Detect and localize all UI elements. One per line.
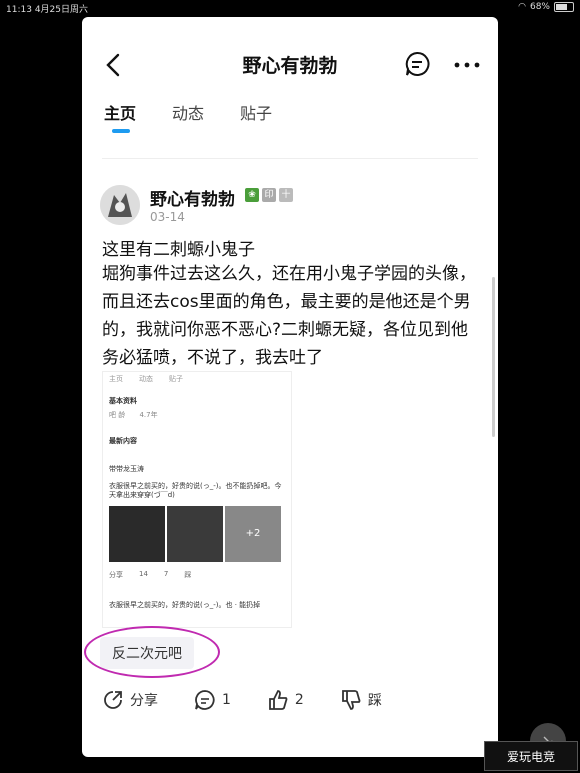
tab-bar: 主页 动态 贴子: [104, 100, 272, 124]
thumbs-up-icon: [269, 690, 288, 710]
avatar-image: [100, 185, 140, 225]
tab-posts[interactable]: 贴子: [240, 100, 272, 124]
shot-comments: 14: [139, 570, 148, 578]
share-icon: [104, 691, 122, 709]
tab-activity[interactable]: 动态: [172, 100, 204, 124]
active-tab-indicator: [112, 129, 130, 133]
shot-dislike: 踩: [184, 571, 192, 579]
battery-percent: 68%: [529, 2, 550, 12]
like-count: 2: [294, 692, 304, 708]
shot-photo-2: [167, 506, 223, 562]
shot-field: 吧 龄 4.7年: [109, 410, 158, 420]
watermark-text: 爱玩电竞: [506, 749, 555, 764]
page-title: 野心有勃勃: [242, 55, 338, 77]
annotation-circle: [84, 626, 220, 678]
embedded-screenshot[interactable]: 主页 动态 贴子 基本资料 吧 龄 4.7年 最新内容 带带龙玉涛 衣服很早之前…: [102, 371, 292, 628]
tab-home[interactable]: 主页: [104, 100, 136, 124]
more-icon[interactable]: [454, 62, 480, 68]
badge-yin: 印: [262, 188, 276, 202]
dislike-label: 踩: [367, 693, 382, 709]
comment-count: 1: [222, 692, 231, 708]
dislike-button[interactable]: 踩: [340, 689, 382, 711]
author-badges: ❀ 印 十: [245, 188, 293, 202]
action-bar: 分享 1 2 踩: [102, 689, 418, 711]
shot-text-2: 衣服很早之前买的，好贵的说(っ_-)。也 · 能扔掉: [109, 601, 261, 609]
comment-button[interactable]: 1: [194, 689, 231, 711]
shot-actions: 分享 14 7 踩: [109, 570, 191, 580]
shot-tab-home: 主页: [109, 375, 123, 383]
comment-icon: [195, 690, 215, 710]
avatar[interactable]: [100, 185, 140, 225]
post-date: 03-14: [150, 210, 185, 224]
level-badge-icon: ❀: [245, 188, 259, 202]
shot-field-label: 吧 龄: [109, 411, 126, 419]
divider: [102, 158, 478, 159]
post-author[interactable]: 野心有勃勃: [150, 185, 235, 210]
post-body: 堀狗事件过去这么久，还在用小鬼子学园的头像，而且还去cos里面的角色，最主要的是…: [102, 264, 476, 368]
shot-tabs: 主页 动态 贴子: [109, 374, 183, 384]
status-time-date: 11:13 4月25日周六: [6, 2, 88, 15]
status-time: 11:13: [6, 5, 32, 15]
shot-likes: 7: [163, 570, 169, 578]
shot-photo-1: [109, 506, 165, 562]
status-bar: 11:13 4月25日周六 ◠ 68%: [0, 0, 580, 16]
shot-field-value: 4.7年: [139, 411, 158, 419]
watermark-logo: 爱玩电竞: [484, 741, 578, 771]
share-label: 分享: [130, 693, 158, 709]
shot-share: 分享: [109, 571, 123, 579]
status-right: ◠ 68%: [518, 2, 574, 12]
thumbs-down-icon: [341, 690, 361, 710]
profile-page: 野心有勃勃 主页 动态 贴子 野心有勃勃 ❀ 印 十 03-14 这里有二刺螈小…: [82, 17, 498, 757]
badge-plus: 十: [279, 188, 293, 202]
shot-section-latest: 最新内容: [109, 437, 137, 445]
like-button[interactable]: 2: [267, 689, 304, 711]
top-bar: 野心有勃勃: [82, 17, 498, 107]
shot-text-1: 衣服很早之前买的，好贵的说(っ_-)。也不能扔掉吧。今天拿出来穿穿(づ￣d): [109, 482, 282, 499]
wifi-icon: ◠: [518, 2, 526, 12]
shot-tab-posts: 贴子: [169, 375, 183, 383]
share-button[interactable]: 分享: [102, 689, 158, 711]
chat-icon[interactable]: [404, 51, 430, 77]
shot-tab-activity: 动态: [139, 375, 153, 383]
status-date: 4月25日周六: [34, 5, 88, 15]
shot-photo-3: +2: [225, 506, 281, 562]
shot-author: 带带龙玉涛: [109, 465, 144, 473]
battery-icon: [554, 2, 574, 12]
post-title: 这里有二刺螈小鬼子: [102, 240, 255, 260]
scrollbar[interactable]: [492, 277, 495, 437]
battery-fill: [556, 4, 567, 10]
shot-section-basic: 基本资料: [109, 397, 137, 405]
